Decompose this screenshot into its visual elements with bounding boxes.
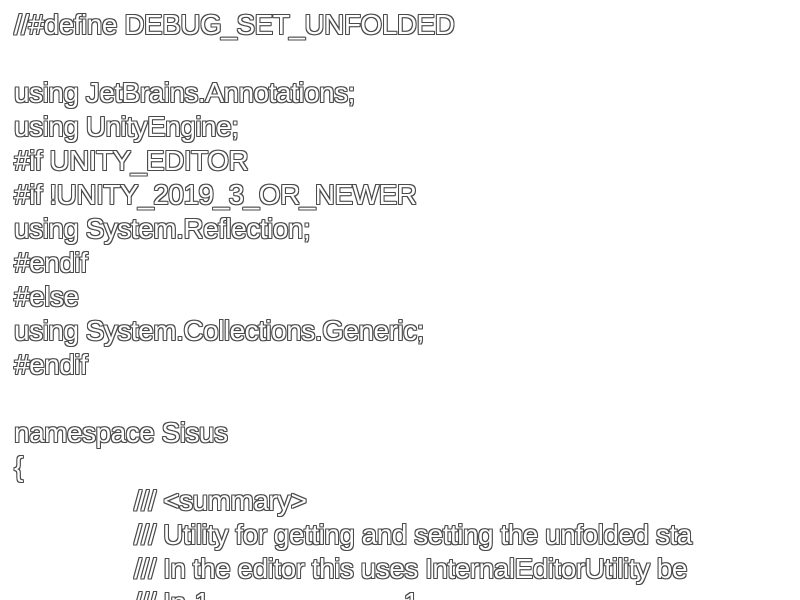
code-line: using System.Reflection; xyxy=(14,213,311,244)
code-line: #if UNITY_EDITOR xyxy=(14,145,249,176)
code-view: //#define DEBUG_SET_UNFOLDED using JetBr… xyxy=(0,0,800,600)
code-line: #else xyxy=(14,281,79,312)
code-line: namespace Sisus xyxy=(14,417,228,448)
code-line: /// <summary> xyxy=(134,485,307,516)
code-line: using System.Collections.Generic; xyxy=(14,315,424,346)
code-line: /// Utility for getting and setting the … xyxy=(134,519,692,550)
code-line: #endif xyxy=(14,247,88,278)
code-line: #if !UNITY_2019_3_OR_NEWER xyxy=(14,179,417,210)
code-line: #endif xyxy=(14,349,88,380)
code-line: //#define DEBUG_SET_UNFOLDED xyxy=(14,9,455,40)
code-line: /// In-1----------------------1 xyxy=(0,586,800,600)
code-line: using JetBrains.Annotations; xyxy=(14,77,355,108)
code-line: { xyxy=(14,451,23,482)
code-line: using UnityEngine; xyxy=(14,111,239,142)
code-line: /// In the editor this uses InternalEdit… xyxy=(134,553,687,584)
